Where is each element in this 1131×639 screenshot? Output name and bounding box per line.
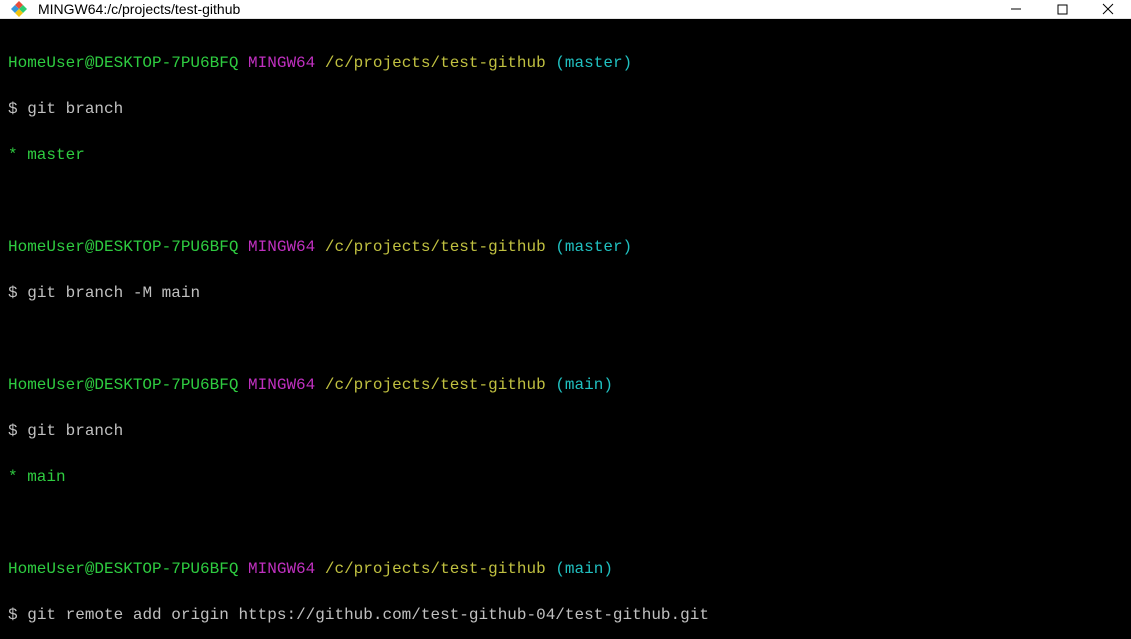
blank-line [8,512,1123,535]
user-host: HomeUser@DESKTOP-7PU6BFQ [8,54,238,72]
shell-name: MINGW64 [248,54,315,72]
user-host: HomeUser@DESKTOP-7PU6BFQ [8,238,238,256]
cwd-path: /c/projects/test-github [325,54,546,72]
cwd-path: /c/projects/test-github [325,376,546,394]
command-line: $ git branch [8,420,1123,443]
maximize-button[interactable] [1039,0,1085,18]
user-host: HomeUser@DESKTOP-7PU6BFQ [8,560,238,578]
blank-line [8,190,1123,213]
titlebar[interactable]: MINGW64:/c/projects/test-github [0,0,1131,19]
command-line: $ git branch -M main [8,282,1123,305]
command-text: git branch [27,422,123,440]
branch-indicator: (master) [555,238,632,256]
prompt-line: HomeUser@DESKTOP-7PU6BFQ MINGW64 /c/proj… [8,52,1123,75]
branch-indicator: (main) [555,376,613,394]
prompt-line: HomeUser@DESKTOP-7PU6BFQ MINGW64 /c/proj… [8,236,1123,259]
close-button[interactable] [1085,0,1131,18]
output-line: * main [8,466,1123,489]
prompt-dollar: $ [8,422,18,440]
mingw-terminal-window: MINGW64:/c/projects/test-github HomeUser… [0,0,1131,639]
prompt-line: HomeUser@DESKTOP-7PU6BFQ MINGW64 /c/proj… [8,558,1123,581]
branch-indicator: (main) [555,560,613,578]
branch-indicator: (master) [555,54,632,72]
window-controls [993,0,1131,18]
shell-name: MINGW64 [248,238,315,256]
shell-name: MINGW64 [248,560,315,578]
app-icon [10,0,28,18]
shell-name: MINGW64 [248,376,315,394]
prompt-dollar: $ [8,606,18,624]
terminal-body[interactable]: HomeUser@DESKTOP-7PU6BFQ MINGW64 /c/proj… [0,19,1131,639]
prompt-line: HomeUser@DESKTOP-7PU6BFQ MINGW64 /c/proj… [8,374,1123,397]
prompt-dollar: $ [8,100,18,118]
minimize-button[interactable] [993,0,1039,18]
blank-line [8,328,1123,351]
command-text: git branch -M main [27,284,200,302]
cwd-path: /c/projects/test-github [325,560,546,578]
cwd-path: /c/projects/test-github [325,238,546,256]
user-host: HomeUser@DESKTOP-7PU6BFQ [8,376,238,394]
prompt-dollar: $ [8,284,18,302]
window-title: MINGW64:/c/projects/test-github [38,1,993,17]
command-line: $ git remote add origin https://github.c… [8,604,1123,627]
command-text: git remote add origin https://github.com… [27,606,709,624]
command-text: git branch [27,100,123,118]
command-line: $ git branch [8,98,1123,121]
output-line: * master [8,144,1123,167]
